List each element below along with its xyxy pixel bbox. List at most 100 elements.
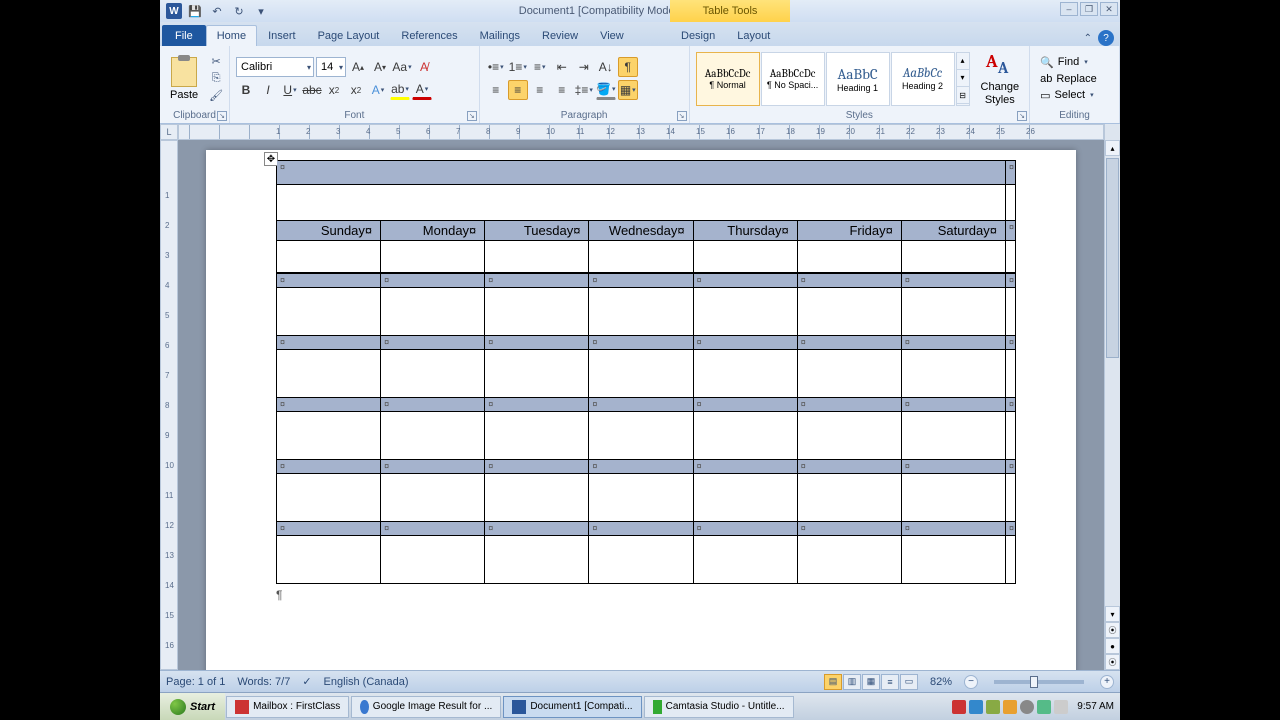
subscript-button[interactable]: x2 — [324, 80, 344, 100]
tab-file[interactable]: File — [162, 25, 206, 46]
replace-button[interactable]: abReplace — [1038, 72, 1099, 86]
task-document1[interactable]: Document1 [Compati... — [503, 696, 641, 718]
change-styles-button[interactable]: A A Change Styles — [977, 49, 1024, 107]
table-cell[interactable] — [485, 288, 589, 336]
clipboard-launcher[interactable]: ↘ — [217, 111, 227, 121]
zoom-level[interactable]: 82% — [930, 676, 952, 688]
day-sunday[interactable]: Sunday¤ — [277, 221, 381, 241]
line-spacing-icon[interactable]: ‡≡▾ — [574, 80, 594, 100]
table-cell[interactable] — [797, 412, 901, 460]
table-cell[interactable] — [381, 412, 485, 460]
table-cell[interactable]: ¤ — [381, 398, 485, 412]
table-cell[interactable] — [797, 474, 901, 522]
show-hide-paragraph-icon[interactable]: ¶ — [618, 57, 638, 77]
styles-down-icon[interactable]: ▾ — [957, 70, 969, 87]
tab-review[interactable]: Review — [531, 25, 589, 46]
taskbar-clock[interactable]: 9:57 AM — [1071, 701, 1114, 712]
vertical-ruler[interactable]: 12345678910111213141516 — [160, 140, 178, 670]
day-friday[interactable]: Friday¤ — [797, 221, 901, 241]
table-cell[interactable] — [277, 474, 381, 522]
style-heading-2[interactable]: AaBbCc Heading 2 — [891, 52, 955, 106]
table-cell[interactable]: ¤ — [589, 398, 693, 412]
copy-icon[interactable]: ⎘ — [209, 72, 223, 86]
task-google-image[interactable]: Google Image Result for ... — [351, 696, 501, 718]
styles-up-icon[interactable]: ▴ — [957, 53, 969, 70]
table-cell[interactable] — [693, 536, 797, 584]
table-cell[interactable]: ¤ — [693, 460, 797, 474]
table-cell[interactable]: ¤ — [901, 522, 1005, 536]
table-cell[interactable] — [693, 412, 797, 460]
document-scroll[interactable]: ✥ ¤¤ Sunday¤ Monday¤ Tuesday¤ Wednesday¤… — [178, 140, 1104, 670]
tray-icon-5[interactable] — [1020, 700, 1034, 714]
bullets-icon[interactable]: •≡▾ — [486, 57, 506, 77]
zoom-slider[interactable] — [994, 680, 1084, 684]
table-cell[interactable] — [277, 288, 381, 336]
help-icon[interactable]: ? — [1098, 30, 1114, 46]
table-cell[interactable]: ¤ — [381, 336, 485, 350]
bold-button[interactable]: B — [236, 80, 256, 100]
table-cell[interactable] — [277, 412, 381, 460]
table-cell[interactable] — [589, 288, 693, 336]
table-cell[interactable] — [693, 474, 797, 522]
table-cell[interactable] — [589, 474, 693, 522]
tab-view[interactable]: View — [589, 25, 635, 46]
find-button[interactable]: 🔍Find▾ — [1038, 55, 1099, 70]
next-page-icon[interactable]: ⦿ — [1105, 654, 1120, 670]
full-screen-view-icon[interactable]: ▥ — [843, 674, 861, 690]
day-saturday[interactable]: Saturday¤ — [901, 221, 1005, 241]
table-cell[interactable]: ¤ — [901, 460, 1005, 474]
table-cell[interactable]: ¤ — [901, 398, 1005, 412]
table-cell[interactable] — [693, 288, 797, 336]
close-button[interactable]: ✕ — [1100, 2, 1118, 16]
table-cell[interactable]: ¤ — [589, 336, 693, 350]
table-cell[interactable]: ¤ — [589, 522, 693, 536]
status-words[interactable]: Words: 7/7 — [237, 676, 290, 688]
format-painter-icon[interactable]: 🖌 — [209, 89, 223, 103]
zoom-in-button[interactable]: + — [1100, 675, 1114, 689]
tray-icon-4[interactable] — [1003, 700, 1017, 714]
tab-references[interactable]: References — [390, 25, 468, 46]
start-button[interactable]: Start — [160, 693, 225, 720]
tray-icon-6[interactable] — [1037, 700, 1051, 714]
underline-button[interactable]: U▾ — [280, 80, 300, 100]
table-cell[interactable]: ¤ — [589, 460, 693, 474]
table-cell[interactable] — [589, 412, 693, 460]
table-cell[interactable] — [693, 350, 797, 398]
decrease-indent-icon[interactable]: ⇤ — [552, 57, 572, 77]
table-cell[interactable] — [485, 536, 589, 584]
align-right-icon[interactable]: ≡ — [530, 80, 550, 100]
table-cell[interactable]: ¤ — [381, 460, 485, 474]
document-page[interactable]: ✥ ¤¤ Sunday¤ Monday¤ Tuesday¤ Wednesday¤… — [206, 150, 1076, 670]
table-cell[interactable]: ¤ — [797, 336, 901, 350]
table-cell[interactable]: ¤ — [589, 274, 693, 288]
table-cell[interactable] — [901, 474, 1005, 522]
italic-button[interactable]: I — [258, 80, 278, 100]
horizontal-ruler[interactable]: 1234567891011121314151617181920212223242… — [178, 124, 1104, 140]
minimize-ribbon-icon[interactable]: ⌃ — [1084, 33, 1092, 44]
zoom-slider-thumb[interactable] — [1030, 676, 1038, 688]
tab-insert[interactable]: Insert — [257, 25, 307, 46]
table-cell[interactable] — [901, 412, 1005, 460]
borders-icon[interactable]: ▦▾ — [618, 80, 638, 100]
text-effects-icon[interactable]: A▾ — [368, 80, 388, 100]
font-name-combo[interactable]: Calibri — [236, 57, 314, 77]
table-cell[interactable]: ¤ — [797, 460, 901, 474]
outline-view-icon[interactable]: ≡ — [881, 674, 899, 690]
volume-icon[interactable] — [1054, 700, 1068, 714]
table-cell[interactable]: ¤ — [381, 522, 485, 536]
tab-page-layout[interactable]: Page Layout — [307, 25, 391, 46]
justify-icon[interactable]: ≡ — [552, 80, 572, 100]
tab-home[interactable]: Home — [206, 25, 257, 46]
scroll-thumb[interactable] — [1106, 158, 1119, 358]
table-cell[interactable]: ¤ — [901, 336, 1005, 350]
font-color-icon[interactable]: A▾ — [412, 80, 432, 100]
align-center-icon[interactable]: ≡ — [508, 80, 528, 100]
table-cell[interactable]: ¤ — [485, 398, 589, 412]
change-case-icon[interactable]: Aa▾ — [392, 57, 412, 77]
font-launcher[interactable]: ↘ — [467, 111, 477, 121]
qat-customize[interactable]: ▾ — [252, 2, 270, 20]
style-no-spacing[interactable]: AaBbCcDc ¶ No Spaci... — [761, 52, 825, 106]
font-size-combo[interactable]: 14 — [316, 57, 346, 77]
day-wednesday[interactable]: Wednesday¤ — [589, 221, 693, 241]
table-cell[interactable]: ¤ — [485, 274, 589, 288]
